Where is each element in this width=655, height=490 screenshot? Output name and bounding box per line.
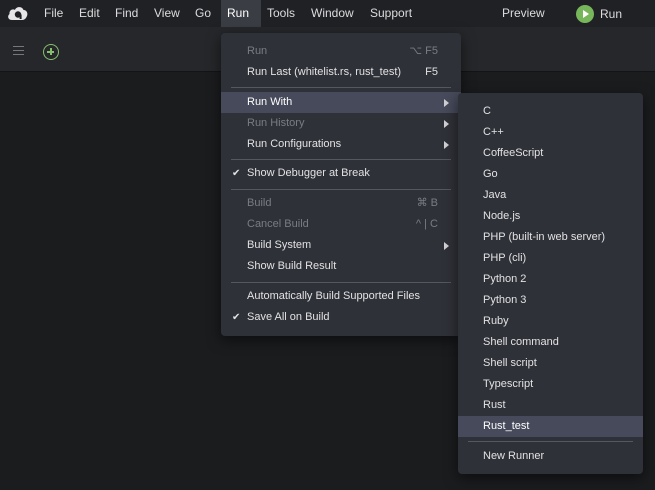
menubar: File Edit Find View Go Run Tools Window … [0, 0, 655, 27]
shortcut-label: ^ | C [415, 218, 438, 230]
play-icon [576, 4, 594, 23]
runner-item[interactable]: Java [458, 185, 643, 206]
submenu-arrow-icon [444, 99, 449, 107]
checkmark-icon: ✔ [232, 312, 241, 323]
new-runner-item[interactable]: New Runner [458, 446, 643, 467]
menu-item-label: Build System [247, 239, 312, 251]
hamburger-icon[interactable] [13, 46, 24, 55]
runner-item[interactable]: Node.js [458, 206, 643, 227]
runner-item[interactable]: Go [458, 164, 643, 185]
menu-item-auto-build[interactable]: Automatically Build Supported Files [221, 286, 461, 307]
runner-item[interactable]: Python 2 [458, 269, 643, 290]
menu-tools[interactable]: Tools [261, 0, 301, 27]
menu-separator [468, 441, 633, 442]
checkmark-icon: ✔ [232, 168, 241, 179]
menu-file[interactable]: File [38, 0, 69, 27]
run-button[interactable]: Run [576, 4, 622, 23]
shortcut-label: F5 [425, 66, 438, 78]
runner-item[interactable]: Ruby [458, 311, 643, 332]
run-button-label: Run [600, 6, 623, 21]
menu-item-run-configurations[interactable]: Run Configurations [221, 134, 461, 155]
runner-item-selected[interactable]: Rust_test [458, 416, 643, 437]
cloud9-logo-icon[interactable] [7, 5, 29, 22]
menu-item-label: Run History [247, 117, 305, 129]
menu-item-label: Show Build Result [247, 260, 337, 272]
submenu-arrow-icon [444, 141, 449, 149]
menu-item-label: Run [247, 45, 268, 57]
menu-item-label: Run Last (whitelist.rs, rust_test) [247, 66, 402, 78]
menu-item-run-last[interactable]: Run Last (whitelist.rs, rust_test) F5 [221, 62, 461, 83]
menu-item-show-build-result[interactable]: Show Build Result [221, 256, 461, 277]
menu-separator [231, 159, 451, 160]
runner-item[interactable]: Shell script [458, 353, 643, 374]
runner-item[interactable]: C [458, 101, 643, 122]
runner-item[interactable]: Shell command [458, 332, 643, 353]
menu-separator [231, 87, 451, 88]
runner-item[interactable]: Rust [458, 395, 643, 416]
menu-separator [231, 189, 451, 190]
menu-run[interactable]: Run [221, 0, 261, 27]
plus-circle-icon[interactable] [43, 44, 59, 60]
menu-separator [231, 282, 451, 283]
menu-item-label: Cancel Build [247, 218, 309, 230]
preview-button[interactable]: Preview [502, 0, 545, 27]
menu-item-label: Run Configurations [247, 138, 342, 150]
menu-item-label: Show Debugger at Break [247, 167, 370, 179]
menu-window[interactable]: Window [305, 0, 360, 27]
shortcut-label: ⌥ F5 [409, 45, 438, 57]
menu-support[interactable]: Support [364, 0, 418, 27]
menu-item-show-debugger[interactable]: ✔ Show Debugger at Break [221, 163, 461, 184]
menu-item-label: Run With [247, 96, 293, 108]
menu-item-cancel-build[interactable]: Cancel Build ^ | C [221, 214, 461, 235]
runner-item[interactable]: PHP (built-in web server) [458, 227, 643, 248]
shortcut-label: ⌘ B [416, 197, 438, 209]
menu-view[interactable]: View [148, 0, 186, 27]
runner-item[interactable]: PHP (cli) [458, 248, 643, 269]
menu-item-run[interactable]: Run ⌥ F5 [221, 41, 461, 62]
run-with-submenu: C C++ CoffeeScript Go Java Node.js PHP (… [458, 93, 643, 474]
runner-item[interactable]: CoffeeScript [458, 143, 643, 164]
menu-go[interactable]: Go [189, 0, 217, 27]
submenu-arrow-icon [444, 120, 449, 128]
menu-item-label: Automatically Build Supported Files [247, 290, 421, 302]
runner-item[interactable]: C++ [458, 122, 643, 143]
runner-item[interactable]: Typescript [458, 374, 643, 395]
menu-item-build[interactable]: Build ⌘ B [221, 193, 461, 214]
menu-edit[interactable]: Edit [73, 0, 106, 27]
menu-item-run-with[interactable]: Run With [221, 92, 461, 113]
runner-item[interactable]: Python 3 [458, 290, 643, 311]
submenu-arrow-icon [444, 242, 449, 250]
run-menu: Run ⌥ F5 Run Last (whitelist.rs, rust_te… [221, 33, 461, 336]
menu-find[interactable]: Find [109, 0, 144, 27]
menu-item-run-history[interactable]: Run History [221, 113, 461, 134]
menu-item-build-system[interactable]: Build System [221, 235, 461, 256]
menu-item-label: Save All on Build [247, 311, 330, 323]
menu-item-save-all-on-build[interactable]: ✔ Save All on Build [221, 307, 461, 328]
menu-item-label: Build [247, 197, 272, 209]
